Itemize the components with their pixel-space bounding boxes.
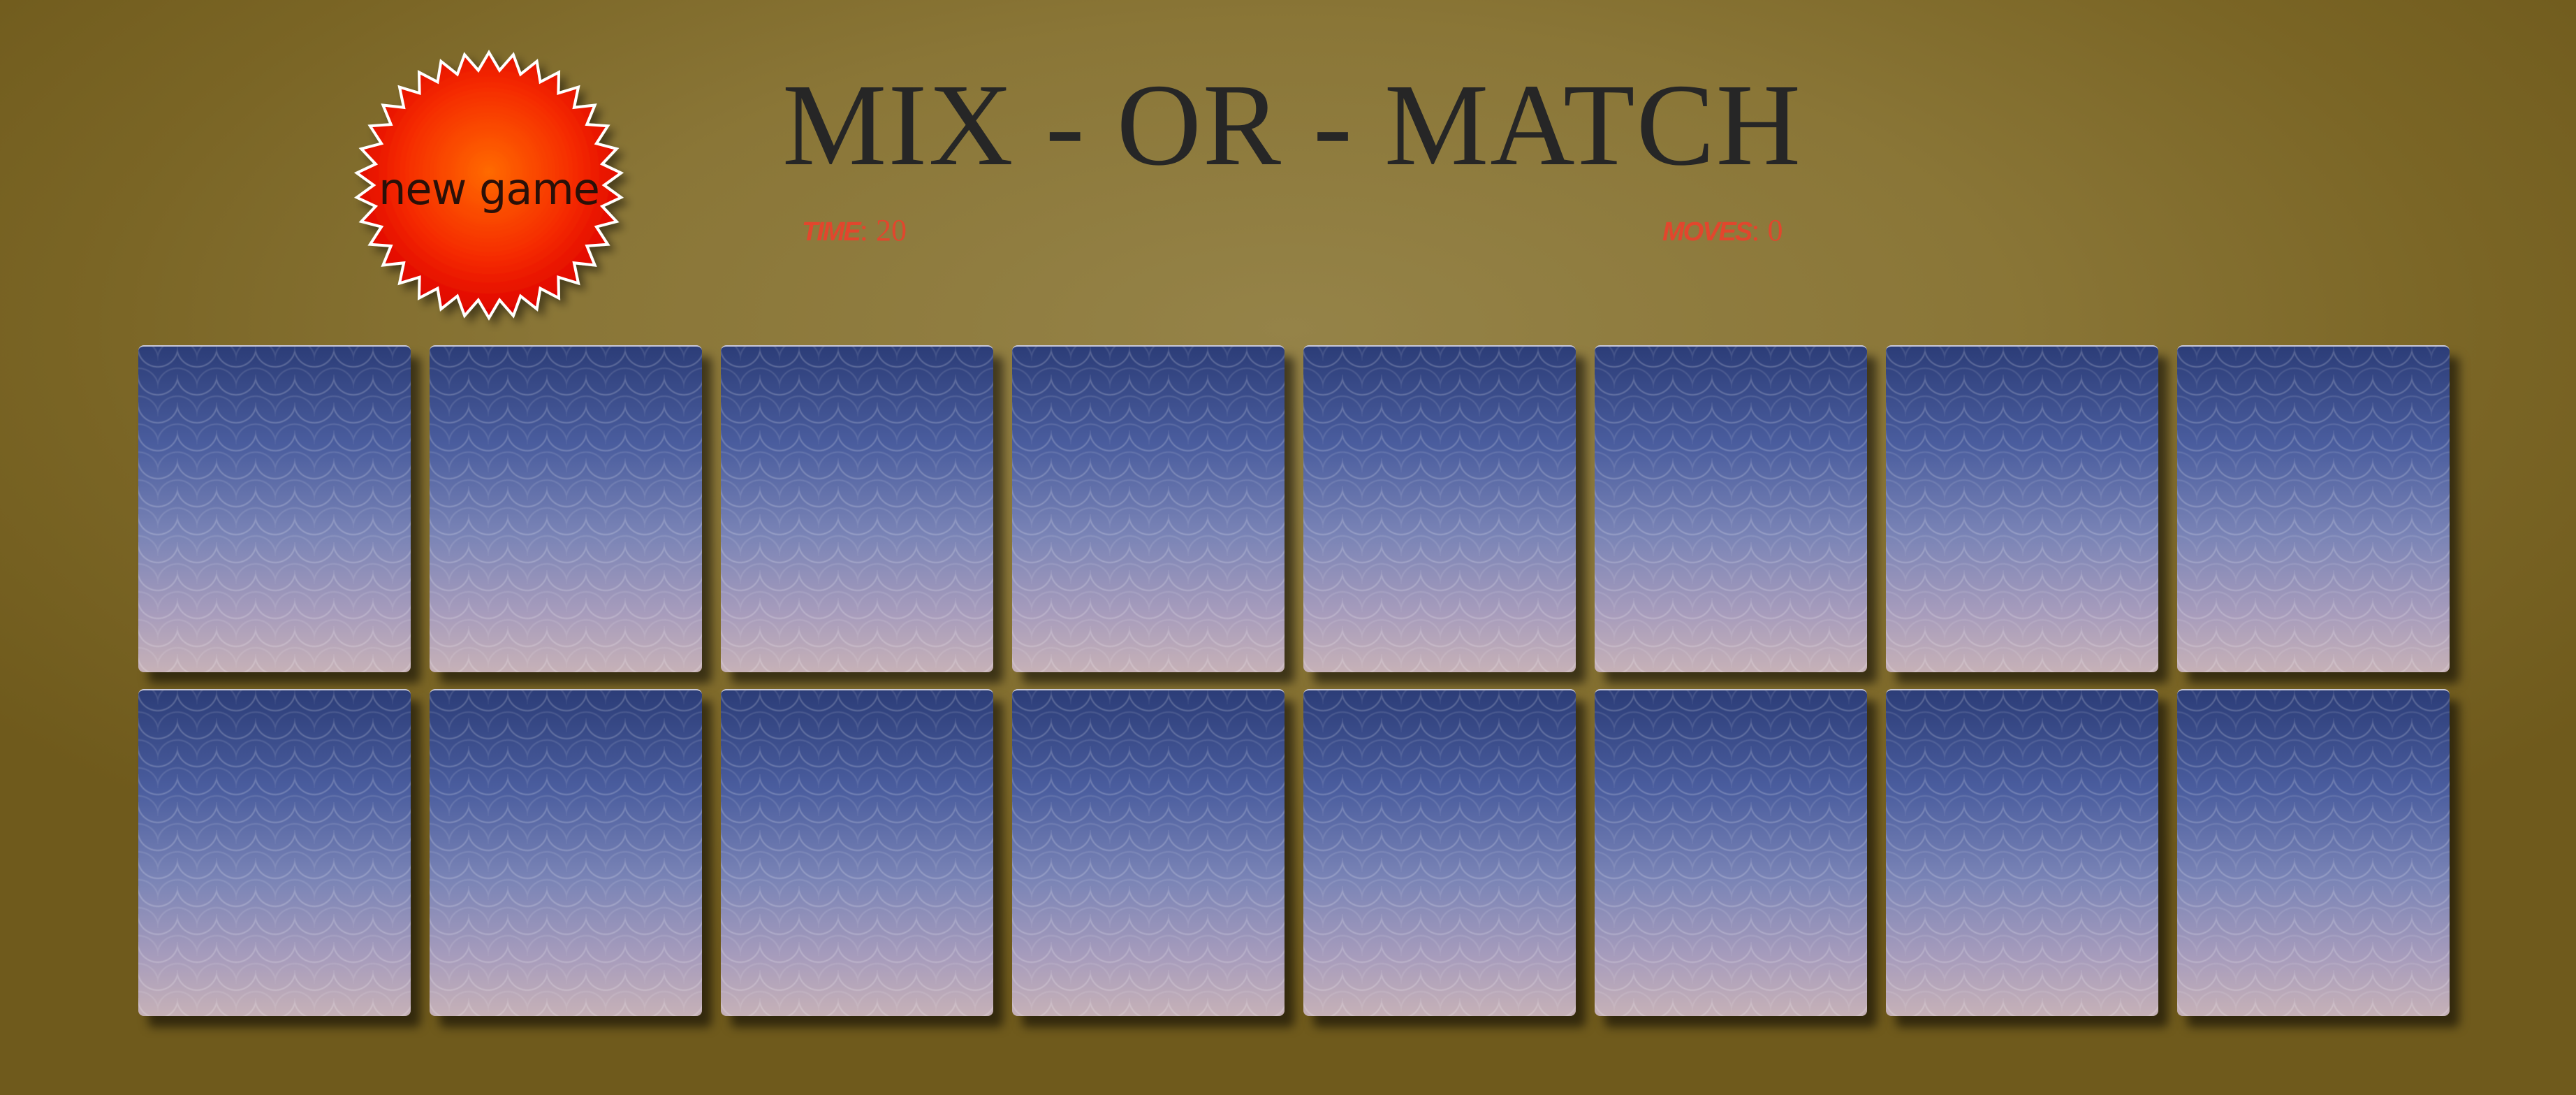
card-grid [138, 345, 2450, 1016]
card-back[interactable] [1595, 689, 1867, 1016]
card-back[interactable] [1012, 689, 1285, 1016]
card-back[interactable] [1303, 689, 1576, 1016]
moves-value: 0 [1767, 213, 1783, 247]
card-back[interactable] [430, 689, 702, 1016]
new-game-label: new game [379, 163, 600, 215]
card-back[interactable] [430, 345, 702, 672]
card-back[interactable] [721, 689, 993, 1016]
game-title: MIX - OR - MATCH [782, 60, 1802, 190]
moves-counter: Moves: 0 [1662, 213, 1783, 247]
time-value: 20 [876, 213, 907, 247]
card-back[interactable] [138, 689, 411, 1016]
card-back[interactable] [2177, 345, 2450, 672]
card-back[interactable] [1886, 345, 2158, 672]
moves-label: Moves [1662, 217, 1752, 247]
card-back[interactable] [1886, 689, 2158, 1016]
card-back[interactable] [138, 345, 411, 672]
card-back[interactable] [1595, 345, 1867, 672]
card-back[interactable] [1303, 345, 1576, 672]
card-back[interactable] [2177, 689, 2450, 1016]
time-counter: Time: 20 [802, 213, 907, 247]
time-label: Time [802, 217, 861, 247]
card-back[interactable] [1012, 345, 1285, 672]
new-game-button[interactable]: new game [342, 45, 636, 332]
card-back[interactable] [721, 345, 993, 672]
